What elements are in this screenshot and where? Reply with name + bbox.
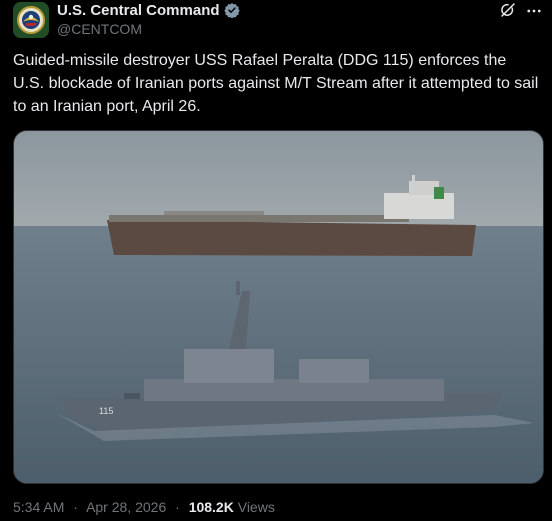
tweet-photo[interactable]: 115: [13, 130, 544, 484]
hull-number: 115: [99, 406, 113, 416]
more-options-icon[interactable]: [525, 2, 543, 20]
account-names: U.S. Central Command @CENTCOM: [57, 1, 240, 37]
tweet-header: U.S. Central Command @CENTCOM: [0, 0, 552, 44]
meta-separator-2: ·: [175, 499, 180, 515]
verified-badge-icon[interactable]: [223, 2, 240, 19]
avatar[interactable]: [13, 2, 49, 38]
views-label: Views: [237, 499, 275, 515]
tweet-meta: 5:34 AM · Apr 28, 2026 · 108.2K Views: [13, 499, 275, 515]
post-time[interactable]: 5:34 AM: [13, 499, 64, 515]
post-date[interactable]: Apr 28, 2026: [86, 499, 166, 515]
handle[interactable]: @CENTCOM: [57, 21, 240, 37]
meta-separator: ·: [73, 499, 78, 515]
views-count: 108.2K: [188, 499, 234, 515]
display-name[interactable]: U.S. Central Command: [57, 2, 220, 19]
grok-icon[interactable]: [499, 1, 517, 19]
tweet-text: Guided-missile destroyer USS Rafael Pera…: [13, 52, 539, 115]
